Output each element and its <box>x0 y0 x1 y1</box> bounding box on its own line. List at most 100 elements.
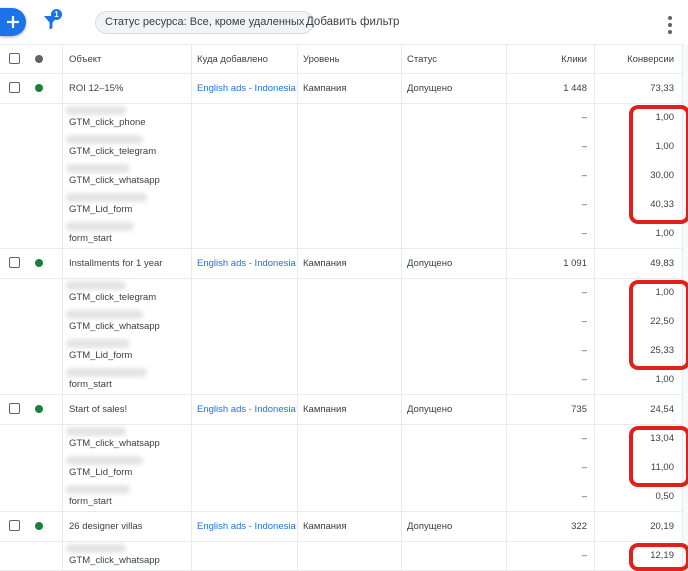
status-cell: Допущено <box>407 521 453 532</box>
row-divider <box>0 394 688 395</box>
status-cell: Допущено <box>407 404 453 415</box>
conversion-action-name: GTM_Lid_form <box>69 467 133 478</box>
clicks-cell: – <box>581 550 587 561</box>
column-divider <box>62 44 63 570</box>
row-divider <box>0 278 688 279</box>
redacted-text <box>66 281 126 290</box>
highlight-box <box>629 280 688 370</box>
conversion-action-name: form_start <box>69 496 112 507</box>
row-checkbox[interactable] <box>9 403 20 414</box>
campaign-name[interactable]: Installments for 1 year <box>69 258 162 269</box>
row-checkbox[interactable] <box>9 257 20 268</box>
redacted-text <box>66 222 134 231</box>
row-divider <box>0 73 688 74</box>
redacted-text <box>66 106 126 115</box>
conversions-cell: 24,54 <box>650 404 674 415</box>
clicks-cell: – <box>581 462 587 473</box>
conversions-cell: 49,83 <box>650 258 674 269</box>
conversion-action-name: GTM_click_whatsapp <box>69 321 160 332</box>
column-divider <box>506 44 507 570</box>
redacted-text <box>66 427 126 436</box>
campaign-name[interactable]: 26 designer villas <box>69 521 142 532</box>
campaign-name[interactable]: Start of sales! <box>69 404 127 415</box>
clicks-cell: 322 <box>571 521 587 532</box>
row-checkbox[interactable] <box>9 82 20 93</box>
highlight-box <box>629 426 688 487</box>
column-divider <box>594 44 595 570</box>
row-divider <box>0 103 688 104</box>
clicks-cell: – <box>581 228 587 239</box>
campaign-name[interactable]: ROI 12–15% <box>69 83 123 94</box>
conversions-cell: 20,19 <box>650 521 674 532</box>
col-header-status[interactable]: Статус <box>407 54 437 65</box>
level-cell: Кампания <box>303 258 347 269</box>
conversions-cell: 73,33 <box>650 83 674 94</box>
conversion-action-name: GTM_click_whatsapp <box>69 555 160 566</box>
status-cell: Допущено <box>407 258 453 269</box>
added-to-link[interactable]: English ads - Indonesia <box>197 258 296 269</box>
clicks-cell: – <box>581 345 587 356</box>
level-cell: Кампания <box>303 83 347 94</box>
highlight-box <box>629 105 688 224</box>
added-to-link[interactable]: English ads - Indonesia <box>197 83 296 94</box>
conversion-action-name: GTM_Lid_form <box>69 204 133 215</box>
clicks-cell: – <box>581 374 587 385</box>
clicks-cell: – <box>581 316 587 327</box>
clicks-cell: 1 091 <box>563 258 587 269</box>
row-divider <box>0 541 688 542</box>
level-cell: Кампания <box>303 521 347 532</box>
redacted-text <box>66 135 143 144</box>
clicks-cell: – <box>581 199 587 210</box>
conversion-action-name: form_start <box>69 379 112 390</box>
row-divider <box>0 248 688 249</box>
conversion-action-name: GTM_click_whatsapp <box>69 438 160 449</box>
status-dot-icon <box>35 259 43 267</box>
highlight-box <box>629 543 688 571</box>
col-header-clicks[interactable]: Клики <box>507 54 587 65</box>
status-dot-icon <box>35 84 43 92</box>
column-divider <box>297 44 298 570</box>
status-dot-icon <box>35 522 43 530</box>
added-to-link[interactable]: English ads - Indonesia <box>197 521 296 532</box>
status-cell: Допущено <box>407 83 453 94</box>
column-divider <box>401 44 402 570</box>
conversion-action-name: form_start <box>69 233 112 244</box>
conversion-action-name: GTM_click_phone <box>69 117 146 128</box>
conversion-action-name: GTM_click_whatsapp <box>69 175 160 186</box>
conversion-action-name: GTM_click_telegram <box>69 292 157 303</box>
redacted-text <box>66 193 147 202</box>
select-all-checkbox[interactable] <box>9 53 20 64</box>
status-header-icon <box>35 55 43 63</box>
row-checkbox[interactable] <box>9 520 20 531</box>
redacted-text <box>66 164 130 173</box>
conversion-action-name: GTM_click_telegram <box>69 146 157 157</box>
col-header-added-to[interactable]: Куда добавлено <box>197 54 268 65</box>
filter-count-badge: 1 <box>51 9 62 20</box>
add-filter-button[interactable]: Добавить фильтр <box>306 11 399 34</box>
redacted-text <box>66 456 143 465</box>
row-divider <box>0 424 688 425</box>
more-vert-icon[interactable] <box>667 16 673 38</box>
redacted-text <box>66 310 143 319</box>
col-header-level[interactable]: Уровень <box>303 54 340 65</box>
col-header-object[interactable]: Объект <box>69 54 101 65</box>
status-dot-icon <box>35 405 43 413</box>
clicks-cell: – <box>581 141 587 152</box>
redacted-text <box>66 339 130 348</box>
add-button[interactable] <box>0 8 26 36</box>
added-to-link[interactable]: English ads - Indonesia <box>197 404 296 415</box>
conversions-cell: 1,00 <box>655 374 675 385</box>
col-header-conversions[interactable]: Конверсии <box>596 54 674 65</box>
clicks-cell: – <box>581 433 587 444</box>
clicks-cell: – <box>581 491 587 502</box>
plus-icon <box>7 16 19 28</box>
clicks-cell: 1 448 <box>563 83 587 94</box>
column-divider <box>191 44 192 570</box>
redacted-text <box>66 368 147 377</box>
conversion-action-name: GTM_Lid_form <box>69 350 133 361</box>
conversions-cell: 0,50 <box>655 491 675 502</box>
row-divider <box>0 511 688 512</box>
clicks-cell: 735 <box>571 404 587 415</box>
status-filter-chip[interactable]: Статус ресурса: Все, кроме удаленных <box>95 11 315 34</box>
clicks-cell: – <box>581 170 587 181</box>
